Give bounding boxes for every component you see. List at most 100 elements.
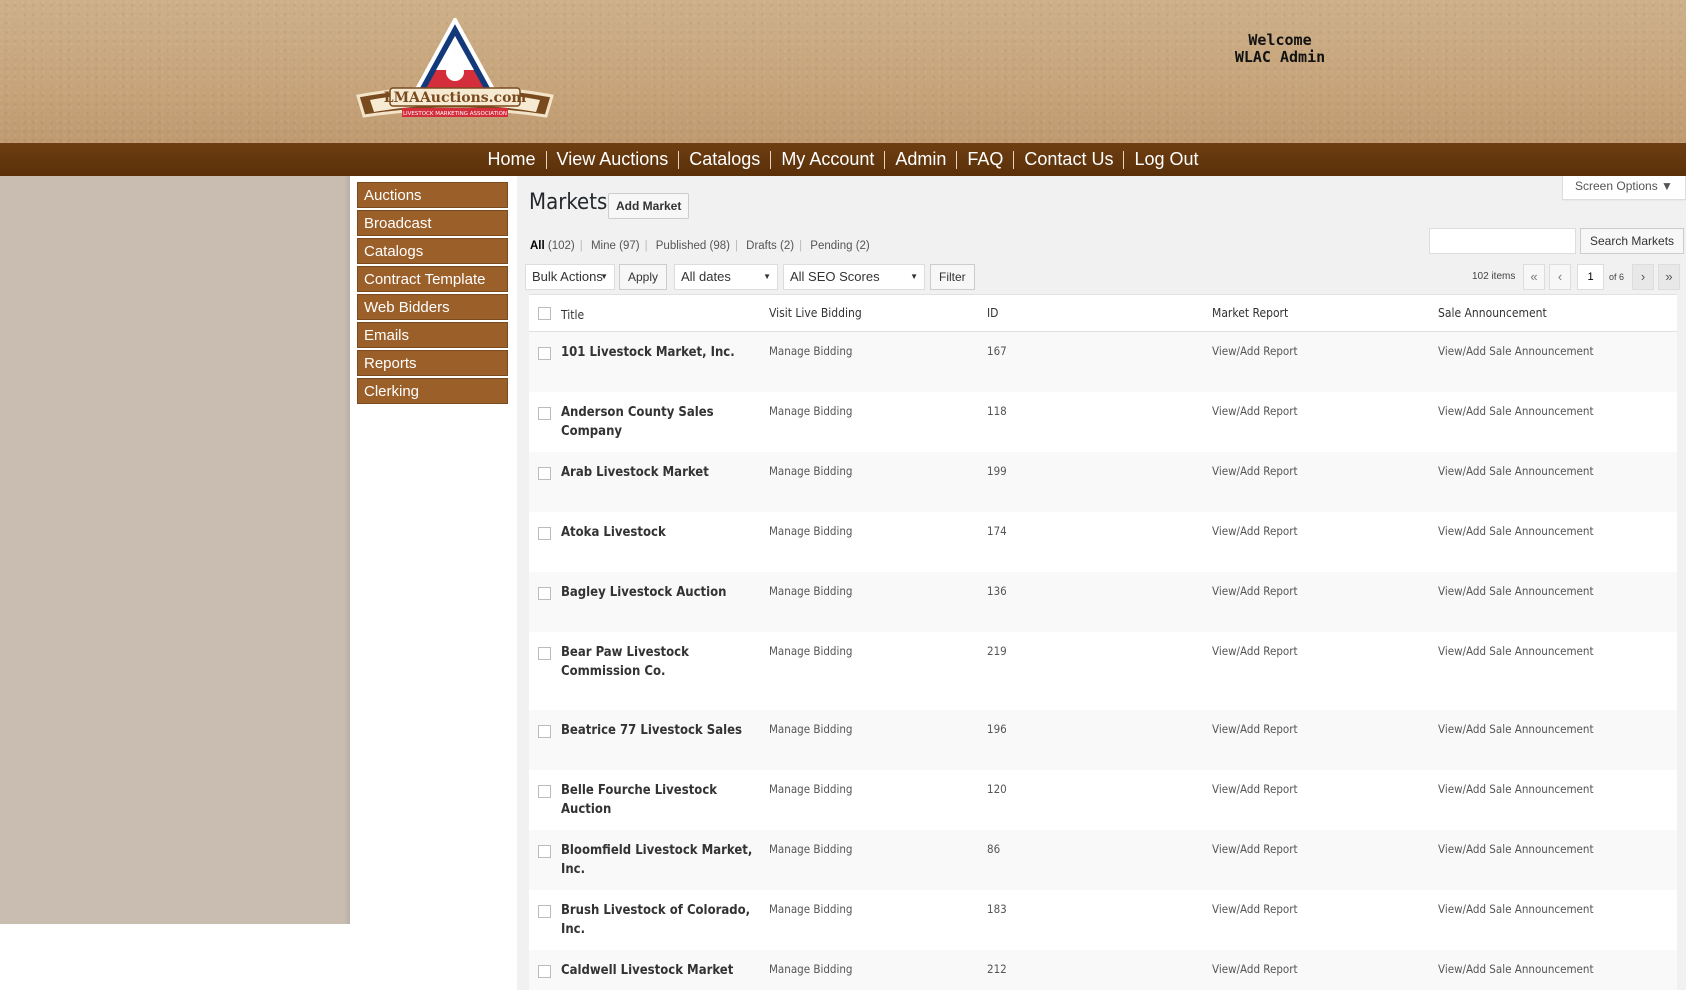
seo-scores-select[interactable]: All SEO Scores ▼ (783, 264, 925, 290)
market-title-link[interactable]: Bear Paw Livestock Commission Co. (561, 643, 766, 681)
sidebar-item-web-bidders[interactable]: Web Bidders (357, 294, 508, 320)
view-add-report-link[interactable]: View/Add Report (1212, 344, 1298, 358)
dates-select[interactable]: All dates ▼ (674, 264, 778, 290)
nav-log-out[interactable]: Log Out (1124, 149, 1208, 170)
manage-bidding-link[interactable]: Manage Bidding (769, 782, 853, 796)
market-id: 196 (987, 722, 1007, 736)
market-title-link[interactable]: 101 Livestock Market, Inc. (561, 343, 766, 362)
view-add-sale-announcement-link[interactable]: View/Add Sale Announcement (1438, 524, 1594, 538)
market-title-link[interactable]: Caldwell Livestock Market (561, 961, 766, 980)
manage-bidding-link[interactable]: Manage Bidding (769, 962, 853, 976)
select-all-checkbox[interactable] (538, 307, 551, 320)
last-page-button[interactable]: » (1658, 264, 1680, 290)
row-checkbox[interactable] (538, 347, 551, 360)
manage-bidding-link[interactable]: Manage Bidding (769, 902, 853, 916)
table-row: Anderson County Sales Company Manage Bidd… (529, 392, 1677, 452)
market-id: 199 (987, 464, 1007, 478)
prev-page-button[interactable]: ‹ (1549, 264, 1571, 290)
screen-options-button[interactable]: Screen Options ▼ (1562, 176, 1686, 200)
manage-bidding-link[interactable]: Manage Bidding (769, 344, 853, 358)
nav-view-auctions[interactable]: View Auctions (547, 149, 679, 170)
filter-mine[interactable]: Mine (97) (591, 240, 640, 252)
top-navigation: Home View Auctions Catalogs My Account A… (0, 143, 1686, 176)
view-add-sale-announcement-link[interactable]: View/Add Sale Announcement (1438, 842, 1594, 856)
bulk-actions-select[interactable]: Bulk Actions ▼ (525, 264, 615, 290)
manage-bidding-link[interactable]: Manage Bidding (769, 404, 853, 418)
view-add-sale-announcement-link[interactable]: View/Add Sale Announcement (1438, 404, 1594, 418)
first-page-button[interactable]: « (1523, 264, 1545, 290)
market-title-link[interactable]: Arab Livestock Market (561, 463, 766, 482)
column-id[interactable]: ID (987, 306, 999, 320)
lma-auctions-logo[interactable]: LMAAuctions.com LIVESTOCK MARKETING ASSO… (350, 18, 560, 128)
view-add-sale-announcement-link[interactable]: View/Add Sale Announcement (1438, 782, 1594, 796)
filter-drafts[interactable]: Drafts (2) (746, 240, 794, 252)
row-checkbox[interactable] (538, 407, 551, 420)
nav-admin[interactable]: Admin (885, 149, 956, 170)
view-add-sale-announcement-link[interactable]: View/Add Sale Announcement (1438, 962, 1594, 976)
market-title-link[interactable]: Bloomfield Livestock Market, Inc. (561, 841, 766, 879)
search-input[interactable] (1429, 228, 1576, 254)
filter-all[interactable]: All (102) (530, 240, 575, 252)
sidebar-item-auctions[interactable]: Auctions (357, 182, 508, 208)
row-checkbox[interactable] (538, 587, 551, 600)
sidebar-item-catalogs[interactable]: Catalogs (357, 238, 508, 264)
search-markets-button[interactable]: Search Markets (1580, 228, 1685, 254)
sidebar-item-clerking[interactable]: Clerking (357, 378, 508, 404)
market-title-link[interactable]: Belle Fourche Livestock Auction (561, 781, 766, 819)
view-add-report-link[interactable]: View/Add Report (1212, 404, 1298, 418)
nav-home[interactable]: Home (478, 149, 546, 170)
sidebar-item-broadcast[interactable]: Broadcast (357, 210, 508, 236)
view-add-sale-announcement-link[interactable]: View/Add Sale Announcement (1438, 584, 1594, 598)
market-title-link[interactable]: Beatrice 77 Livestock Sales (561, 721, 766, 740)
view-add-report-link[interactable]: View/Add Report (1212, 722, 1298, 736)
view-add-report-link[interactable]: View/Add Report (1212, 464, 1298, 478)
sidebar-item-contract-template[interactable]: Contract Template (357, 266, 508, 292)
manage-bidding-link[interactable]: Manage Bidding (769, 584, 853, 598)
manage-bidding-link[interactable]: Manage Bidding (769, 842, 853, 856)
view-add-sale-announcement-link[interactable]: View/Add Sale Announcement (1438, 722, 1594, 736)
view-add-report-link[interactable]: View/Add Report (1212, 644, 1298, 658)
nav-catalogs[interactable]: Catalogs (679, 149, 770, 170)
row-checkbox[interactable] (538, 905, 551, 918)
view-add-report-link[interactable]: View/Add Report (1212, 962, 1298, 976)
view-add-sale-announcement-link[interactable]: View/Add Sale Announcement (1438, 902, 1594, 916)
view-add-report-link[interactable]: View/Add Report (1212, 782, 1298, 796)
view-add-report-link[interactable]: View/Add Report (1212, 524, 1298, 538)
current-page-input[interactable]: 1 (1577, 264, 1604, 290)
view-add-sale-announcement-link[interactable]: View/Add Sale Announcement (1438, 644, 1594, 658)
market-id: 86 (987, 842, 1001, 856)
row-checkbox[interactable] (538, 785, 551, 798)
column-title[interactable]: Title (561, 308, 584, 322)
nav-my-account[interactable]: My Account (771, 149, 884, 170)
market-title-link[interactable]: Brush Livestock of Colorado, Inc. (561, 901, 766, 939)
main-content: Markets Add Market Screen Options ▼ All … (517, 176, 1686, 990)
row-checkbox[interactable] (538, 527, 551, 540)
manage-bidding-link[interactable]: Manage Bidding (769, 524, 853, 538)
row-checkbox[interactable] (538, 467, 551, 480)
manage-bidding-link[interactable]: Manage Bidding (769, 644, 853, 658)
view-add-report-link[interactable]: View/Add Report (1212, 584, 1298, 598)
row-checkbox[interactable] (538, 965, 551, 978)
row-checkbox[interactable] (538, 647, 551, 660)
apply-button[interactable]: Apply (619, 264, 668, 290)
manage-bidding-link[interactable]: Manage Bidding (769, 464, 853, 478)
nav-contact-us[interactable]: Contact Us (1014, 149, 1123, 170)
filter-button[interactable]: Filter (930, 264, 975, 290)
next-page-button[interactable]: › (1632, 264, 1654, 290)
view-add-report-link[interactable]: View/Add Report (1212, 902, 1298, 916)
view-add-sale-announcement-link[interactable]: View/Add Sale Announcement (1438, 344, 1594, 358)
row-checkbox[interactable] (538, 725, 551, 738)
nav-faq[interactable]: FAQ (957, 149, 1013, 170)
market-title-link[interactable]: Bagley Livestock Auction (561, 583, 766, 602)
manage-bidding-link[interactable]: Manage Bidding (769, 722, 853, 736)
sidebar-item-emails[interactable]: Emails (357, 322, 508, 348)
sidebar-item-reports[interactable]: Reports (357, 350, 508, 376)
view-add-sale-announcement-link[interactable]: View/Add Sale Announcement (1438, 464, 1594, 478)
filter-published[interactable]: Published (98) (656, 240, 730, 252)
filter-pending[interactable]: Pending (2) (810, 240, 869, 252)
view-add-report-link[interactable]: View/Add Report (1212, 842, 1298, 856)
market-title-link[interactable]: Anderson County Sales Company (561, 403, 766, 441)
add-market-button[interactable]: Add Market (608, 193, 690, 219)
market-title-link[interactable]: Atoka Livestock (561, 523, 766, 542)
row-checkbox[interactable] (538, 845, 551, 858)
